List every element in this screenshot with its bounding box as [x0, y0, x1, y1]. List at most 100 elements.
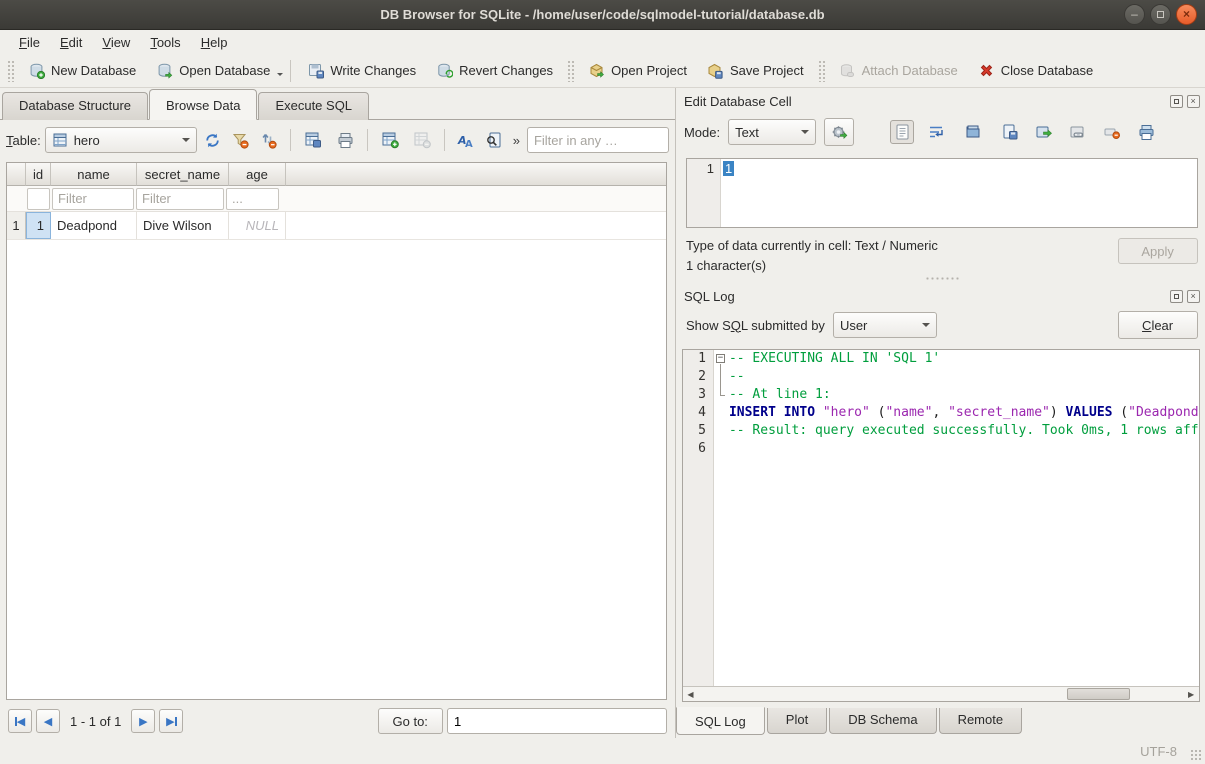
mode-select-value: Text [735, 125, 759, 140]
toolbar-drag-handle[interactable] [567, 60, 574, 82]
next-record-button[interactable]: ▶ [131, 709, 155, 733]
column-header-age[interactable]: age [229, 163, 286, 186]
open-database-button[interactable]: Open Database [147, 58, 279, 83]
insert-record-button[interactable] [377, 128, 407, 152]
close-dock-button[interactable]: × [1187, 290, 1200, 303]
toolbar-drag-handle[interactable] [818, 60, 825, 82]
cell-editor[interactable]: 1 1 [686, 158, 1198, 228]
right-panel: Edit Database Cell × Mode: Text [675, 88, 1205, 738]
minimize-button[interactable]: – [1124, 4, 1145, 25]
grid-empty-area [7, 240, 666, 699]
auto-switch-mode-button[interactable] [824, 118, 854, 146]
chevron-down-icon [922, 323, 930, 331]
last-record-button[interactable]: ▶ [159, 709, 183, 733]
menu-file[interactable]: File [10, 33, 49, 52]
cell-name[interactable]: Deadpond [51, 212, 137, 239]
first-record-button[interactable]: ◀ [8, 709, 32, 733]
find-in-table-button[interactable] [482, 128, 506, 152]
grid-filter-row [7, 186, 666, 212]
export-to-file-button[interactable] [998, 120, 1022, 144]
cell-id[interactable]: 1 [26, 212, 51, 239]
column-header-name[interactable]: name [51, 163, 137, 186]
clear-filters-button[interactable] [229, 128, 253, 152]
export-table-button[interactable] [300, 128, 330, 152]
clear-sorting-button[interactable] [257, 128, 281, 152]
maximize-icon [1157, 11, 1164, 18]
cell-size-info: 1 character(s) [686, 258, 938, 273]
cell-editor-content[interactable]: 1 [723, 161, 734, 176]
float-dock-button[interactable] [1170, 95, 1183, 108]
filter-input-secret-name[interactable] [136, 188, 224, 210]
menu-view[interactable]: View [93, 33, 139, 52]
cell-secret-name[interactable]: Dive Wilson [137, 212, 229, 239]
menu-tools[interactable]: Tools [141, 33, 189, 52]
copy-link-button[interactable] [1066, 120, 1090, 144]
import-from-file-button[interactable] [958, 120, 988, 144]
float-dock-button[interactable] [1170, 290, 1183, 303]
close-dock-button[interactable]: × [1187, 95, 1200, 108]
filter-input-name[interactable] [52, 188, 134, 210]
maximize-button[interactable] [1150, 4, 1171, 25]
set-null-button[interactable] [1100, 120, 1124, 144]
tab-sql-log[interactable]: SQL Log [676, 707, 765, 735]
toolbar-overflow-chevron[interactable]: » [510, 133, 523, 148]
scrollbar-thumb[interactable] [1067, 688, 1130, 700]
filter-input-id[interactable] [27, 188, 50, 210]
sql-log-line: 1−-- EXECUTING ALL IN 'SQL 1' [683, 350, 1199, 368]
goto-button[interactable]: Go to: [378, 708, 443, 734]
tab-db-schema[interactable]: DB Schema [829, 708, 936, 734]
float-icon [1174, 99, 1179, 104]
toolbar-drag-handle[interactable] [7, 60, 14, 82]
font-button[interactable]: AA [454, 128, 478, 152]
tab-remote[interactable]: Remote [939, 708, 1023, 734]
sql-log-editor[interactable]: 1−-- EXECUTING ALL IN 'SQL 1'2--3-- At l… [682, 349, 1200, 702]
tab-browse-data[interactable]: Browse Data [149, 89, 257, 120]
open-project-button[interactable]: Open Project [579, 58, 696, 83]
filter-input-age[interactable] [226, 188, 279, 210]
close-button[interactable]: × [1176, 4, 1197, 25]
menu-edit[interactable]: Edit [51, 33, 91, 52]
previous-record-button[interactable]: ◀ [36, 709, 60, 733]
print-table-button[interactable] [334, 128, 358, 152]
open-database-dropdown-arrow[interactable] [277, 73, 283, 79]
attach-database-button: Attach Database [830, 58, 967, 83]
refresh-button[interactable] [201, 128, 225, 152]
column-header-id[interactable]: id [26, 163, 51, 186]
encoding-indicator[interactable]: UTF-8 [1140, 744, 1177, 759]
tab-execute-sql[interactable]: Execute SQL [258, 92, 369, 120]
print-cell-button[interactable] [1134, 120, 1158, 144]
open-project-icon [588, 62, 605, 79]
grid-header-row: id name secret_name age [7, 163, 666, 186]
open-in-external-app-button[interactable] [1032, 120, 1056, 144]
clear-log-button[interactable]: Clear [1118, 311, 1198, 339]
browse-toolbar-separator [444, 129, 445, 151]
close-database-label: Close Database [1001, 63, 1094, 78]
save-project-button[interactable]: Save Project [698, 58, 813, 83]
sql-log-code: 1−-- EXECUTING ALL IN 'SQL 1'2--3-- At l… [683, 350, 1199, 686]
scroll-left-arrow[interactable]: ◀ [683, 687, 698, 701]
row-header[interactable]: 1 [7, 212, 26, 239]
horizontal-scrollbar[interactable]: ◀ ▶ [683, 686, 1199, 701]
new-database-button[interactable]: New Database [19, 58, 145, 83]
menu-help[interactable]: Help [192, 33, 237, 52]
scrollbar-track[interactable] [698, 687, 1184, 701]
text-mode-button[interactable] [890, 120, 914, 144]
mode-select[interactable]: Text [728, 119, 816, 145]
word-wrap-button[interactable] [924, 120, 948, 144]
cell-age[interactable]: NULL [229, 212, 286, 239]
column-header-secret-name[interactable]: secret_name [137, 163, 229, 186]
submitted-by-select[interactable]: User [833, 312, 937, 338]
goto-input[interactable] [447, 708, 667, 734]
dock-splitter[interactable] [676, 273, 1205, 283]
scroll-right-arrow[interactable]: ▶ [1184, 687, 1199, 701]
tab-plot[interactable]: Plot [767, 708, 827, 734]
close-database-button[interactable]: Close Database [969, 58, 1103, 83]
table-select[interactable]: hero [45, 127, 197, 153]
record-pager: ◀ ◀ 1 - 1 of 1 ▶ ▶ Go to: [0, 704, 675, 738]
write-changes-button[interactable]: Write Changes [298, 58, 425, 83]
grid-corner[interactable] [7, 163, 26, 186]
filter-any-column-input[interactable] [527, 127, 669, 153]
tab-database-structure[interactable]: Database Structure [2, 92, 148, 120]
revert-changes-button[interactable]: Revert Changes [427, 58, 562, 83]
resize-grip[interactable] [1190, 749, 1202, 761]
